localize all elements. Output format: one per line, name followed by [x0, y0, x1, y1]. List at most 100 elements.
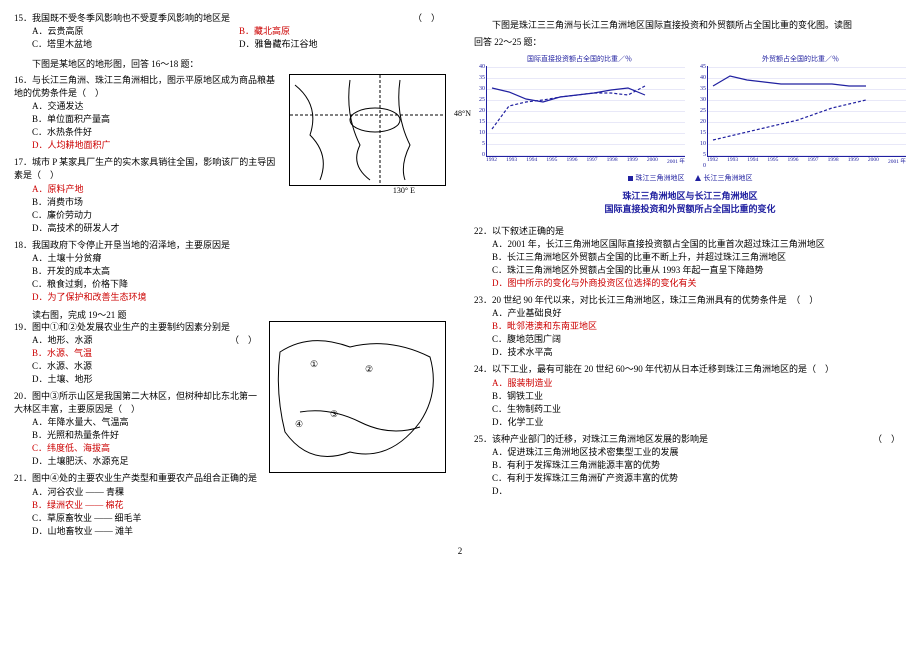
q21-C: C．草原畜牧业 —— 细毛羊: [32, 512, 446, 525]
q20-text: 图中③所示山区是我国第二大林区，但树种却比东北第一大林区丰富，主要原因是（ ）: [14, 391, 257, 414]
q25-text: 该种产业部门的迁移，对珠江三角洲地区发展的影响是: [492, 434, 708, 444]
svg-text:①: ①: [310, 359, 318, 369]
q18-A: A．土壤十分贫瘠: [32, 252, 446, 265]
q24-A: A．服装制造业: [492, 377, 906, 390]
q20-num: 20．: [14, 391, 32, 401]
chart2-title: 外贸额占全国的比重／％: [695, 54, 906, 64]
q23-A: A．产业基础良好: [492, 307, 906, 320]
q18-C: C．粮食过剩，价格下降: [32, 278, 446, 291]
map-figure-1: 48°N 130° E: [289, 74, 446, 186]
question-21: 21．图中④处的主要农业生产类型和重要农产品组合正确的是 A．河谷农业 —— 青…: [14, 472, 446, 537]
svg-text:④: ④: [295, 419, 303, 429]
q18-text: 我国政府下令停止开垦当地的沼泽地，主要原因是: [32, 240, 230, 250]
q21-A: A．河谷农业 —— 青稞: [32, 486, 446, 499]
q16-num: 16．: [14, 75, 32, 85]
q25-B: B．有利于发挥珠江三角洲能源丰富的优势: [492, 459, 906, 472]
right-column: 下图是珠江三三角洲与长江三角洲地区国际直接投资和外贸额所占全国比重的变化图。读图…: [474, 12, 906, 542]
q23-C: C．腹地范围广阔: [492, 333, 906, 346]
legend2-label: 长江三角洲地区: [704, 173, 753, 183]
q21-text: 图中④处的主要农业生产类型和重要农产品组合正确的是: [32, 473, 257, 483]
left-column: 15．我国既不受冬季风影响也不受夏季风影响的地区是 （ ） A．云贵高原 B．藏…: [14, 12, 446, 542]
chart1-yticks: 4035302520151050: [475, 62, 485, 161]
intro-16-18: 下图是某地区的地形图，回答 16～18 题：: [32, 57, 446, 70]
q21-D: D．山地畜牧业 —— 滩羊: [32, 525, 446, 538]
intro-19-21: 读右图，完成 19～21 题: [14, 308, 446, 321]
q24-text: 以下工业，最有可能在 20 世纪 60～90 年代初从日本迁移到珠江三角洲地区的…: [492, 364, 834, 374]
question-25: 25．该种产业部门的迁移，对珠江三角洲地区发展的影响是 （ ） A．促进珠江三角…: [474, 433, 906, 498]
map1-lat: 48°N: [454, 109, 471, 118]
svg-text:③: ③: [330, 409, 338, 419]
triangle-marker-icon: [695, 175, 701, 181]
caption-line1: 珠江三角洲地区与长江三角洲地区: [474, 189, 906, 202]
q17-text: 城市 P 某家具厂生产的实木家具销往全国，影响该厂的主导因素是（ ）: [14, 157, 275, 180]
q19-text: 图中①和②处发展农业生产的主要制约因素分别是: [32, 322, 230, 332]
q21-B: B．绿洲农业 —— 棉花: [32, 499, 446, 512]
map1-lon: 130° E: [393, 186, 415, 195]
map-figure-2: ① ② ③ ④: [269, 321, 446, 473]
q15-C: C．塔里木盆地: [32, 38, 239, 51]
q24-C: C．生物制药工业: [492, 403, 906, 416]
chart1-xticks: 1992199319941995199619971998199920002001…: [486, 157, 685, 165]
square-marker-icon: [628, 176, 633, 181]
q22-B: B．长江三角洲地区外贸额占全国的比重不断上升，并超过珠江三角洲地区: [492, 251, 906, 264]
map2-svg: ① ② ③ ④: [270, 322, 445, 472]
q23-num: 23．: [474, 295, 492, 305]
legend-item-1: 珠江三角洲地区: [628, 173, 685, 183]
q25-D: D．: [492, 485, 906, 498]
chart2-xticks: 1992199319941995199619971998199920002001…: [707, 157, 906, 165]
page-number: 2: [14, 546, 906, 556]
intro-22-25a: 下图是珠江三三角洲与长江三角洲地区国际直接投资和外贸额所占全国比重的变化图。读图: [492, 18, 906, 31]
q18-num: 18．: [14, 240, 32, 250]
q22-C: C．珠江三角洲地区外贸额占全国的比重从 1993 年起一直呈下降趋势: [492, 264, 906, 277]
q17-C: C．廉价劳动力: [32, 209, 446, 222]
question-18: 18．我国政府下令停止开垦当地的沼泽地，主要原因是 A．土壤十分贫瘠 B．开发的…: [14, 239, 446, 304]
q19-num: 19．: [14, 322, 32, 332]
chart1-svg: [487, 66, 685, 156]
q25-num: 25．: [474, 434, 492, 444]
chart2-svg: [708, 66, 906, 156]
q18-D: D．为了保护和改善生态环境: [32, 291, 446, 304]
q16-text: 与长江三角洲、珠江三角洲相比，图示平原地区成为商品粮基地的优势条件是（ ）: [14, 75, 275, 98]
caption-line2: 国际直接投资和外贸额所占全国比重的变化: [474, 202, 906, 215]
chart1-title: 国际直接投资额占全国的比重／％: [474, 54, 685, 64]
chart-caption: 珠江三角洲地区与长江三角洲地区 国际直接投资和外贸额所占全国比重的变化: [474, 189, 906, 215]
q15-B: B．藏北高原: [239, 25, 446, 38]
question-15: 15．我国既不受冬季风影响也不受夏季风影响的地区是 （ ） A．云贵高原 B．藏…: [14, 12, 446, 51]
q23-D: D．技术水平高: [492, 346, 906, 359]
question-24: 24．以下工业，最有可能在 20 世纪 60～90 年代初从日本迁移到珠江三角洲…: [474, 363, 906, 428]
q15-num: 15．: [14, 13, 32, 23]
q17-D: D．高技术的研发人才: [32, 222, 446, 235]
q23-text: 20 世纪 90 年代以来，对比长江三角洲地区，珠江三角洲具有的优势条件是 （ …: [492, 295, 818, 305]
chart-1: 国际直接投资额占全国的比重／％ 4035302520151050 1992199…: [474, 54, 685, 165]
q22-num: 22．: [474, 226, 492, 236]
q25-paren: （ ）: [873, 433, 900, 446]
question-22: 22．以下叙述正确的是 A．2001 年，长江三角洲地区国际直接投资额占全国的比…: [474, 225, 906, 290]
chart2-yticks: 454035302520151050: [696, 62, 706, 172]
q15-D: D．雅鲁藏布江谷地: [239, 38, 446, 51]
q15-paren: （ ）: [413, 12, 440, 25]
q24-B: B．钢铁工业: [492, 390, 906, 403]
q25-A: A．促进珠江三角洲地区技术密集型工业的发展: [492, 446, 906, 459]
q24-num: 24．: [474, 364, 492, 374]
q22-A: A．2001 年，长江三角洲地区国际直接投资额占全国的比重首次超过珠江三角洲地区: [492, 238, 906, 251]
map1-svg: [290, 75, 445, 185]
q19-paren: （ ）: [230, 334, 257, 347]
q18-B: B．开发的成本太高: [32, 265, 446, 278]
q23-B: B．毗邻港澳和东南亚地区: [492, 320, 906, 333]
q22-text: 以下叙述正确的是: [492, 226, 564, 236]
q17-B: B．消费市场: [32, 196, 446, 209]
svg-text:②: ②: [365, 364, 373, 374]
charts-row: 国际直接投资额占全国的比重／％ 4035302520151050 1992199…: [474, 54, 906, 165]
q21-num: 21．: [14, 473, 32, 483]
q15-A: A．云贵高原: [32, 25, 239, 38]
chart-2: 外贸额占全国的比重／％ 454035302520151050 199219931…: [695, 54, 906, 165]
chart-legend: 珠江三角洲地区 长江三角洲地区: [474, 173, 906, 183]
legend-item-2: 长江三角洲地区: [695, 173, 753, 183]
q15-text: 我国既不受冬季风影响也不受夏季风影响的地区是: [32, 13, 230, 23]
q25-C: C．有利于发挥珠江三角洲矿产资源丰富的优势: [492, 472, 906, 485]
q24-D: D．化学工业: [492, 416, 906, 429]
q17-num: 17．: [14, 157, 32, 167]
q22-D: D．图中所示的变化与外商投资区位选择的变化有关: [492, 277, 906, 290]
intro-22-25b: 回答 22～25 题：: [474, 35, 906, 48]
legend1-label: 珠江三角洲地区: [636, 173, 685, 183]
